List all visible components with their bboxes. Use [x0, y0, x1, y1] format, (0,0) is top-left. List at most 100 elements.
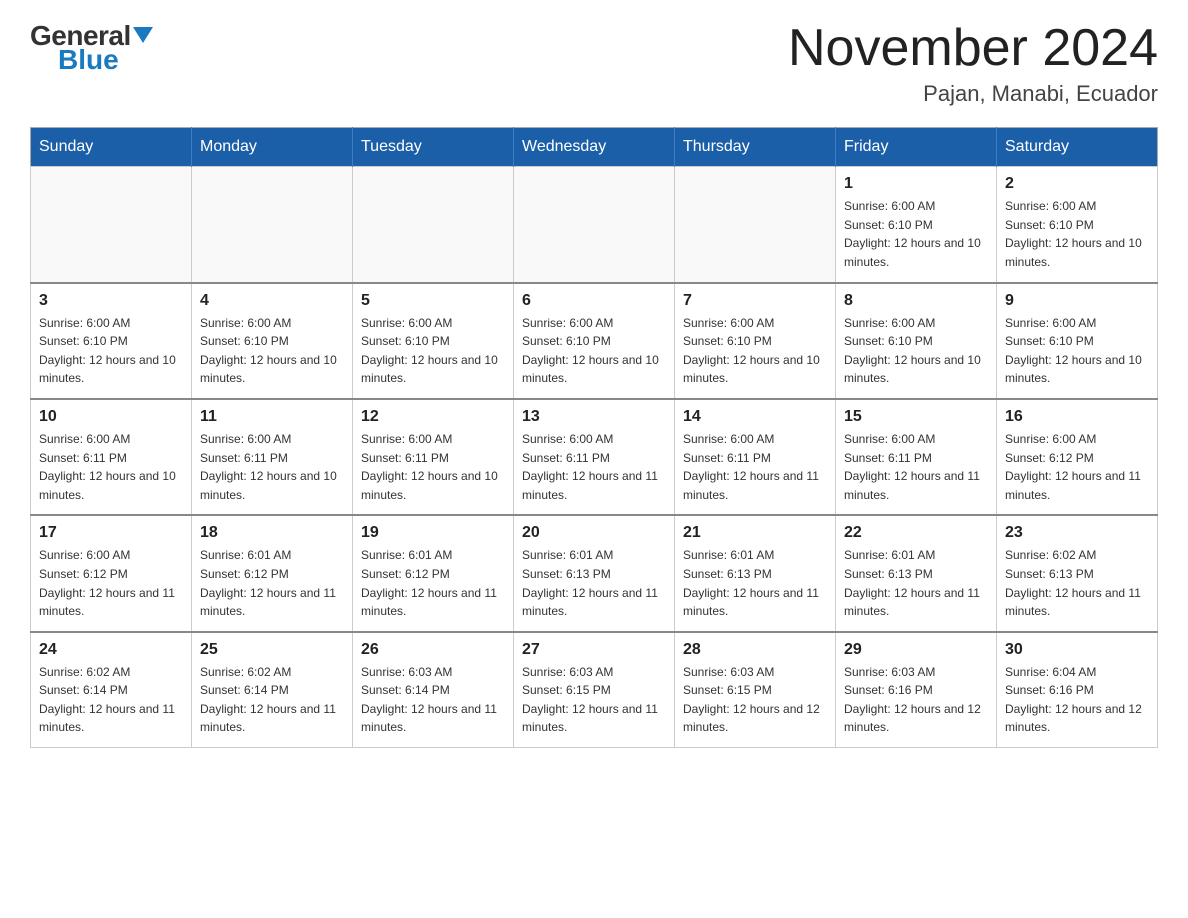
- calendar-cell: 27Sunrise: 6:03 AMSunset: 6:15 PMDayligh…: [514, 632, 675, 748]
- day-info: Sunrise: 6:02 AMSunset: 6:13 PMDaylight:…: [1005, 546, 1149, 620]
- logo: General Blue: [30, 20, 153, 76]
- calendar-cell: 21Sunrise: 6:01 AMSunset: 6:13 PMDayligh…: [675, 515, 836, 631]
- day-number: 20: [522, 524, 666, 542]
- calendar-cell: 22 Sunrise: 6:01 AMSunset: 6:13 PMDayligh…: [836, 515, 997, 631]
- day-number: 10: [39, 408, 183, 426]
- calendar-cell: 3Sunrise: 6:00 AMSunset: 6:10 PMDaylight…: [31, 283, 192, 399]
- day-number: 23: [1005, 524, 1149, 542]
- calendar-header-wednesday: Wednesday: [514, 128, 675, 167]
- calendar-week-row: 3 Sunrise: 6:00 AMSunset: 6:10 PMDaylight…: [31, 283, 1158, 399]
- day-number: 12: [361, 408, 505, 426]
- day-number: 16: [1005, 408, 1149, 426]
- calendar-header-sunday: Sunday: [31, 128, 192, 167]
- calendar-cell: 15 Sunrise: 6:00 AMSunset: 6:11 PMDayligh…: [836, 399, 997, 515]
- day-info: Sunrise: 6:01 AMSunset: 6:12 PMDaylight:…: [361, 546, 505, 620]
- day-info: Sunrise: 6:03 AMSunset: 6:16 PMDaylight:…: [844, 663, 988, 737]
- calendar-cell: 8 Sunrise: 6:00 AMSunset: 6:10 PMDaylight…: [836, 283, 997, 399]
- day-info: Sunrise: 6:00 AMSunset: 6:10 PMDaylight:…: [1005, 314, 1149, 388]
- day-number: 28: [683, 641, 827, 659]
- calendar-week-row: 10 Sunrise: 6:00 AMSunset: 6:11 PMDayligh…: [31, 399, 1158, 515]
- calendar-cell: 24Sunrise: 6:02 AMSunset: 6:14 PMDayligh…: [31, 632, 192, 748]
- day-info: Sunrise: 6:00 AMSunset: 6:12 PMDaylight:…: [39, 546, 183, 620]
- day-info: Sunrise: 6:00 AMSunset: 6:10 PMDaylight:…: [844, 314, 988, 388]
- calendar-cell: 10 Sunrise: 6:00 AMSunset: 6:11 PMDayligh…: [31, 399, 192, 515]
- day-number: 14: [683, 408, 827, 426]
- day-number: 18: [200, 524, 344, 542]
- calendar-cell: 13 Sunrise: 6:00 AMSunset: 6:11 PMDayligh…: [514, 399, 675, 515]
- day-number: 25: [200, 641, 344, 659]
- day-info: Sunrise: 6:04 AMSunset: 6:16 PMDaylight:…: [1005, 663, 1149, 737]
- day-info: Sunrise: 6:00 AMSunset: 6:11 PMDaylight:…: [522, 430, 666, 504]
- day-info: Sunrise: 6:00 AMSunset: 6:10 PMDaylight:…: [200, 314, 344, 388]
- logo-blue-text: Blue: [30, 44, 119, 76]
- day-number: 22: [844, 524, 988, 542]
- day-info: Sunrise: 6:00 AMSunset: 6:12 PMDaylight:…: [1005, 430, 1149, 504]
- day-info: Sunrise: 6:00 AMSunset: 6:11 PMDaylight:…: [361, 430, 505, 504]
- calendar-cell: 29Sunrise: 6:03 AMSunset: 6:16 PMDayligh…: [836, 632, 997, 748]
- calendar-cell: 23 Sunrise: 6:02 AMSunset: 6:13 PMDayligh…: [997, 515, 1158, 631]
- day-number: 17: [39, 524, 183, 542]
- day-info: Sunrise: 6:03 AMSunset: 6:15 PMDaylight:…: [683, 663, 827, 737]
- day-info: Sunrise: 6:00 AMSunset: 6:10 PMDaylight:…: [1005, 197, 1149, 271]
- calendar-cell: 14Sunrise: 6:00 AMSunset: 6:11 PMDayligh…: [675, 399, 836, 515]
- calendar-cell: 4 Sunrise: 6:00 AMSunset: 6:10 PMDaylight…: [192, 283, 353, 399]
- calendar-week-row: 17 Sunrise: 6:00 AMSunset: 6:12 PMDayligh…: [31, 515, 1158, 631]
- day-number: 19: [361, 524, 505, 542]
- day-info: Sunrise: 6:01 AMSunset: 6:13 PMDaylight:…: [522, 546, 666, 620]
- day-number: 3: [39, 292, 183, 310]
- calendar-cell: 6 Sunrise: 6:00 AMSunset: 6:10 PMDaylight…: [514, 283, 675, 399]
- calendar-cell: [514, 167, 675, 283]
- calendar-cell: 28 Sunrise: 6:03 AMSunset: 6:15 PMDayligh…: [675, 632, 836, 748]
- day-info: Sunrise: 6:01 AMSunset: 6:13 PMDaylight:…: [844, 546, 988, 620]
- calendar-header-monday: Monday: [192, 128, 353, 167]
- location-title: Pajan, Manabi, Ecuador: [788, 81, 1158, 107]
- day-info: Sunrise: 6:00 AMSunset: 6:10 PMDaylight:…: [683, 314, 827, 388]
- day-number: 8: [844, 292, 988, 310]
- day-info: Sunrise: 6:00 AMSunset: 6:11 PMDaylight:…: [844, 430, 988, 504]
- page-header: General Blue November 2024 Pajan, Manabi…: [30, 20, 1158, 107]
- calendar-week-row: 24 Sunrise: 6:02 AMSunset: 6:14 PMDayligh…: [31, 632, 1158, 748]
- day-number: 7: [683, 292, 827, 310]
- day-number: 4: [200, 292, 344, 310]
- day-info: Sunrise: 6:02 AMSunset: 6:14 PMDaylight:…: [200, 663, 344, 737]
- calendar-cell: 30 Sunrise: 6:04 AMSunset: 6:16 PMDayligh…: [997, 632, 1158, 748]
- day-info: Sunrise: 6:00 AMSunset: 6:10 PMDaylight:…: [844, 197, 988, 271]
- calendar-cell: 16 Sunrise: 6:00 AMSunset: 6:12 PMDayligh…: [997, 399, 1158, 515]
- day-number: 26: [361, 641, 505, 659]
- month-title: November 2024: [788, 20, 1158, 77]
- day-info: Sunrise: 6:00 AMSunset: 6:11 PMDaylight:…: [39, 430, 183, 504]
- day-info: Sunrise: 6:00 AMSunset: 6:11 PMDaylight:…: [200, 430, 344, 504]
- title-area: November 2024 Pajan, Manabi, Ecuador: [788, 20, 1158, 107]
- calendar-header-row: SundayMondayTuesdayWednesdayThursdayFrid…: [31, 128, 1158, 167]
- day-number: 30: [1005, 641, 1149, 659]
- calendar-table: SundayMondayTuesdayWednesdayThursdayFrid…: [30, 127, 1158, 748]
- calendar-cell: [353, 167, 514, 283]
- calendar-cell: 17 Sunrise: 6:00 AMSunset: 6:12 PMDayligh…: [31, 515, 192, 631]
- day-number: 9: [1005, 292, 1149, 310]
- calendar-cell: 1Sunrise: 6:00 AMSunset: 6:10 PMDaylight…: [836, 167, 997, 283]
- calendar-cell: 19 Sunrise: 6:01 AMSunset: 6:12 PMDayligh…: [353, 515, 514, 631]
- calendar-header-saturday: Saturday: [997, 128, 1158, 167]
- calendar-cell: 12 Sunrise: 6:00 AMSunset: 6:11 PMDayligh…: [353, 399, 514, 515]
- calendar-cell: [675, 167, 836, 283]
- day-number: 2: [1005, 175, 1149, 193]
- calendar-cell: 7 Sunrise: 6:00 AMSunset: 6:10 PMDaylight…: [675, 283, 836, 399]
- calendar-cell: 11Sunrise: 6:00 AMSunset: 6:11 PMDayligh…: [192, 399, 353, 515]
- day-number: 5: [361, 292, 505, 310]
- day-info: Sunrise: 6:03 AMSunset: 6:15 PMDaylight:…: [522, 663, 666, 737]
- calendar-cell: 2 Sunrise: 6:00 AMSunset: 6:10 PMDaylight…: [997, 167, 1158, 283]
- day-number: 21: [683, 524, 827, 542]
- calendar-cell: [192, 167, 353, 283]
- day-number: 6: [522, 292, 666, 310]
- day-number: 15: [844, 408, 988, 426]
- day-info: Sunrise: 6:03 AMSunset: 6:14 PMDaylight:…: [361, 663, 505, 737]
- day-number: 13: [522, 408, 666, 426]
- calendar-header-friday: Friday: [836, 128, 997, 167]
- calendar-cell: 9 Sunrise: 6:00 AMSunset: 6:10 PMDaylight…: [997, 283, 1158, 399]
- calendar-cell: [31, 167, 192, 283]
- day-info: Sunrise: 6:00 AMSunset: 6:10 PMDaylight:…: [522, 314, 666, 388]
- calendar-cell: 26 Sunrise: 6:03 AMSunset: 6:14 PMDayligh…: [353, 632, 514, 748]
- calendar-header-thursday: Thursday: [675, 128, 836, 167]
- day-number: 24: [39, 641, 183, 659]
- calendar-week-row: 1Sunrise: 6:00 AMSunset: 6:10 PMDaylight…: [31, 167, 1158, 283]
